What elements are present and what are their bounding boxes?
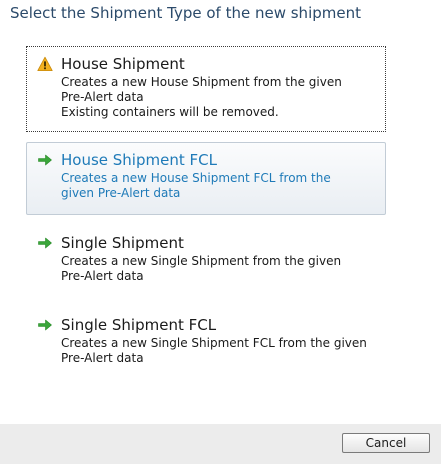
option-single-shipment[interactable]: Single Shipment Creates a new Single Shi…: [26, 225, 386, 297]
option-description: Creates a new Single Shipment from the g…: [61, 254, 377, 284]
option-description: Creates a new House Shipment FCL from th…: [61, 171, 377, 201]
option-description-line: Pre-Alert data: [61, 269, 144, 283]
option-description-line: Creates a new Single Shipment from the g…: [61, 254, 342, 268]
arrow-right-icon: [37, 235, 53, 251]
option-description: Creates a new House Shipment from the gi…: [61, 75, 377, 120]
option-description-line: Pre-Alert data: [61, 90, 144, 104]
option-title: Single Shipment FCL: [61, 316, 217, 334]
option-description-line: Creates a new House Shipment from the gi…: [61, 75, 342, 89]
cancel-button[interactable]: Cancel: [342, 433, 430, 453]
option-description-line: Pre-Alert data: [61, 351, 144, 365]
option-house-shipment-fcl[interactable]: House Shipment FCL Creates a new House S…: [26, 142, 386, 215]
option-title: Single Shipment: [61, 234, 184, 252]
option-description-line: Creates a new House Shipment FCL from th…: [61, 171, 331, 185]
arrow-right-icon: [37, 317, 53, 333]
dialog-footer: Cancel: [0, 424, 441, 464]
option-description-line: given Pre-Alert data: [61, 186, 181, 200]
option-description-line: Existing containers will be removed.: [61, 105, 279, 119]
dialog-title: Select the Shipment Type of the new ship…: [10, 4, 361, 22]
option-description-line: Creates a new Single Shipment FCL from t…: [61, 336, 367, 350]
option-single-shipment-fcl[interactable]: Single Shipment FCL Creates a new Single…: [26, 307, 386, 379]
option-title: House Shipment FCL: [61, 151, 217, 169]
option-house-shipment[interactable]: House Shipment Creates a new House Shipm…: [26, 46, 386, 132]
arrow-right-icon: [37, 152, 53, 168]
option-description: Creates a new Single Shipment FCL from t…: [61, 336, 377, 366]
option-title: House Shipment: [61, 55, 185, 73]
warning-icon: [37, 56, 53, 72]
